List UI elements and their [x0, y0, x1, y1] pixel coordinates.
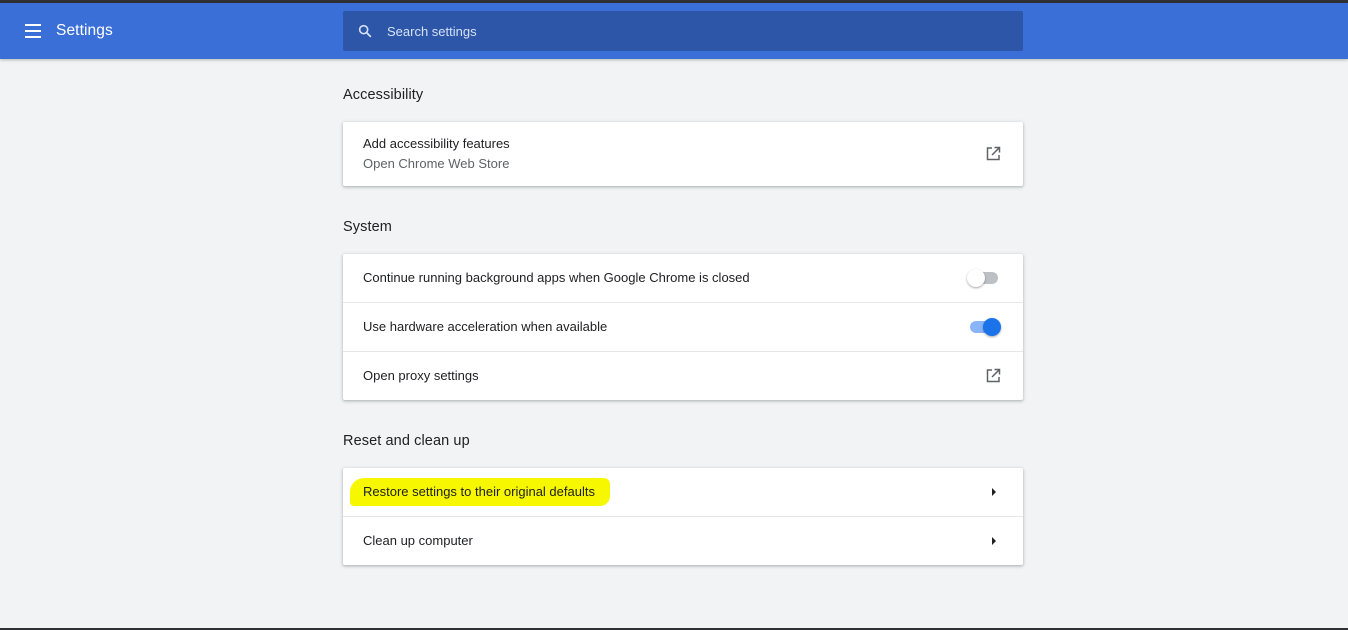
open-in-new-icon[interactable] — [985, 146, 1001, 162]
row-label: Continue running background apps when Go… — [363, 270, 750, 285]
background-apps-row[interactable]: Continue running background apps when Go… — [343, 254, 1023, 302]
section-title-accessibility: Accessibility — [343, 87, 424, 103]
page-title: Settings — [56, 22, 113, 39]
arrow-right-icon — [992, 488, 996, 496]
open-in-new-icon[interactable] — [985, 368, 1001, 384]
add-accessibility-features-row[interactable]: Add accessibility features Open Chrome W… — [343, 122, 1023, 186]
row-label: Add accessibility features — [363, 136, 510, 151]
settings-toolbar: Settings — [0, 3, 1348, 59]
search-box[interactable] — [343, 11, 1023, 51]
row-label: Open proxy settings — [363, 368, 479, 383]
row-label: Clean up computer — [363, 533, 473, 548]
toggle-knob — [967, 269, 985, 287]
search-icon — [358, 24, 372, 38]
section-title-reset: Reset and clean up — [343, 433, 470, 449]
hardware-acceleration-row[interactable]: Use hardware acceleration when available — [343, 302, 1023, 351]
arrow-right-icon — [992, 537, 996, 545]
clean-up-computer-row[interactable]: Clean up computer — [343, 516, 1023, 565]
restore-defaults-row[interactable]: Restore settings to their original defau… — [343, 468, 1023, 516]
search-input[interactable] — [387, 11, 1007, 51]
section-title-system: System — [343, 219, 392, 235]
open-proxy-settings-row[interactable]: Open proxy settings — [343, 351, 1023, 400]
hamburger-menu-icon[interactable] — [22, 20, 46, 42]
background-apps-toggle[interactable] — [967, 268, 1001, 288]
hardware-acceleration-toggle[interactable] — [967, 317, 1001, 337]
toggle-knob — [983, 318, 1001, 336]
row-sublabel: Open Chrome Web Store — [363, 156, 510, 171]
row-label: Restore settings to their original defau… — [363, 484, 595, 499]
system-card: Continue running background apps when Go… — [343, 254, 1023, 400]
row-label: Use hardware acceleration when available — [363, 319, 608, 334]
accessibility-card: Add accessibility features Open Chrome W… — [343, 122, 1023, 186]
